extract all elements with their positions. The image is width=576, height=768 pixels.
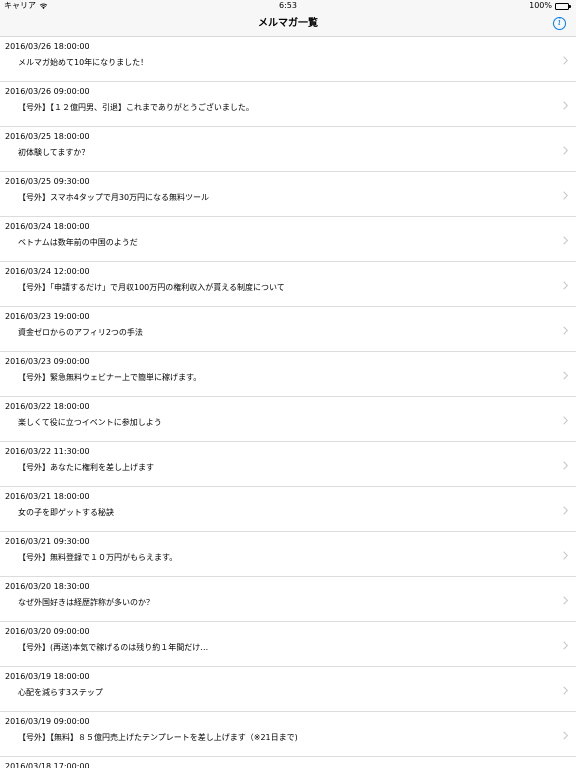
chevron-right-icon <box>563 731 568 740</box>
list-item[interactable]: 2016/03/25 09:30:00 【号外】スマホ4タップで月30万円になる無… <box>0 172 576 217</box>
chevron-right-icon <box>563 146 568 155</box>
list-item[interactable]: 2016/03/21 18:00:00 女の子を即ゲットする秘訣 <box>0 487 576 532</box>
chevron-right-icon <box>563 551 568 560</box>
chevron-right-icon <box>563 416 568 425</box>
list-item[interactable]: 2016/03/23 09:00:00 【号外】緊急無料ウェビナー上で簡単に稼げま… <box>0 352 576 397</box>
item-title: 【号外】(再送)本気で稼げるのは残り約１年間だけ… <box>18 643 209 652</box>
list-item[interactable]: 2016/03/19 09:00:00 【号外】【無料】８５億円売上げたテンプレー… <box>0 712 576 757</box>
item-title: 楽しくて役に立つイベントに参加しよう <box>18 418 162 427</box>
item-date: 2016/03/23 19:00:00 <box>5 312 90 321</box>
list-item[interactable]: 2016/03/26 09:00:00 【号外】【１２億円男、引退】これまでありが… <box>0 82 576 127</box>
item-title: 【号外】【無料】８５億円売上げたテンプレートを差し上げます（※21日まで) <box>18 733 298 742</box>
item-date: 2016/03/21 18:00:00 <box>5 492 90 501</box>
item-date: 2016/03/18 17:00:00 <box>5 762 90 768</box>
chevron-right-icon <box>563 461 568 470</box>
item-title: 資金ゼロからのアフィリ2つの手法 <box>18 328 143 337</box>
chevron-right-icon <box>563 101 568 110</box>
item-title: 【号外】スマホ4タップで月30万円になる無料ツール <box>18 193 210 202</box>
chevron-right-icon <box>563 506 568 515</box>
chevron-right-icon <box>563 326 568 335</box>
list-item[interactable]: 2016/03/20 09:00:00 【号外】(再送)本気で稼げるのは残り約１年… <box>0 622 576 667</box>
item-title: メルマガ始めて10年になりました！ <box>18 58 149 67</box>
item-title: 【号外】「申請するだけ」で月収100万円の権利収入が貰える制度について <box>18 283 285 292</box>
item-title: 女の子を即ゲットする秘訣 <box>18 508 114 517</box>
chevron-right-icon <box>563 596 568 605</box>
list-item[interactable]: 2016/03/23 19:00:00 資金ゼロからのアフィリ2つの手法 <box>0 307 576 352</box>
item-title: 心配を減らす3ステップ <box>18 688 103 697</box>
page-title: メルマガ一覧 <box>258 18 318 29</box>
info-button[interactable]: i <box>553 17 566 30</box>
list-item[interactable]: 2016/03/24 12:00:00 【号外】「申請するだけ」で月収100万円の… <box>0 262 576 307</box>
chevron-right-icon <box>563 56 568 65</box>
list-item[interactable]: 2016/03/26 18:00:00 メルマガ始めて10年になりました！ <box>0 37 576 82</box>
battery-icon <box>555 2 572 10</box>
info-icon: i <box>558 18 561 28</box>
list-item[interactable]: 2016/03/19 18:00:00 心配を減らす3ステップ <box>0 667 576 712</box>
item-date: 2016/03/24 12:00:00 <box>5 267 90 276</box>
list-item[interactable]: 2016/03/25 18:00:00 初体験してますか？ <box>0 127 576 172</box>
item-date: 2016/03/19 09:00:00 <box>5 717 90 726</box>
status-bar: キャリア 6:53 100% <box>0 0 576 12</box>
item-title: 【号外】【１２億円男、引退】これまでありがとうございました。 <box>18 103 254 112</box>
list-item[interactable]: 2016/03/22 11:30:00 【号外】あなたに権利を差し上げます <box>0 442 576 487</box>
list-item[interactable]: 2016/03/18 17:00:00 <box>0 757 576 768</box>
chevron-right-icon <box>563 191 568 200</box>
list-item[interactable]: 2016/03/22 18:00:00 楽しくて役に立つイベントに参加しよう <box>0 397 576 442</box>
item-title: 【号外】無料登録で１０万円がもらえます。 <box>18 553 178 562</box>
list-item[interactable]: 2016/03/24 18:00:00 ベトナムは数年前の中国のようだ <box>0 217 576 262</box>
navigation-bar: メルマガ一覧 i <box>0 12 576 37</box>
chevron-right-icon <box>563 281 568 290</box>
chevron-right-icon <box>563 236 568 245</box>
chevron-right-icon <box>563 371 568 380</box>
item-date: 2016/03/21 09:30:00 <box>5 537 90 546</box>
item-title: 【号外】緊急無料ウェビナー上で簡単に稼げます。 <box>18 373 202 382</box>
item-date: 2016/03/25 09:30:00 <box>5 177 90 186</box>
item-title: ベトナムは数年前の中国のようだ <box>18 238 138 247</box>
battery-percent: 100% <box>529 1 552 10</box>
status-right: 100% <box>529 0 572 12</box>
item-date: 2016/03/25 18:00:00 <box>5 132 90 141</box>
status-time: 6:53 <box>279 1 297 10</box>
chevron-right-icon <box>563 686 568 695</box>
item-title: 【号外】あなたに権利を差し上げます <box>18 463 154 472</box>
chevron-right-icon <box>563 641 568 650</box>
item-date: 2016/03/20 18:30:00 <box>5 582 90 591</box>
item-date: 2016/03/19 18:00:00 <box>5 672 90 681</box>
item-date: 2016/03/26 09:00:00 <box>5 87 90 96</box>
item-date: 2016/03/24 18:00:00 <box>5 222 90 231</box>
item-date: 2016/03/23 09:00:00 <box>5 357 90 366</box>
item-date: 2016/03/26 18:00:00 <box>5 42 90 51</box>
list-item[interactable]: 2016/03/20 18:30:00 なぜ外国好きは経歴詐称が多いのか？ <box>0 577 576 622</box>
newsletter-list[interactable]: 2016/03/26 18:00:00 メルマガ始めて10年になりました！ 2016… <box>0 37 576 768</box>
list-item[interactable]: 2016/03/21 09:30:00 【号外】無料登録で１０万円がもらえます。 <box>0 532 576 577</box>
item-date: 2016/03/22 18:00:00 <box>5 402 90 411</box>
item-title: なぜ外国好きは経歴詐称が多いのか？ <box>18 598 154 607</box>
item-date: 2016/03/22 11:30:00 <box>5 447 90 456</box>
item-title: 初体験してますか？ <box>18 148 90 157</box>
item-date: 2016/03/20 09:00:00 <box>5 627 90 636</box>
